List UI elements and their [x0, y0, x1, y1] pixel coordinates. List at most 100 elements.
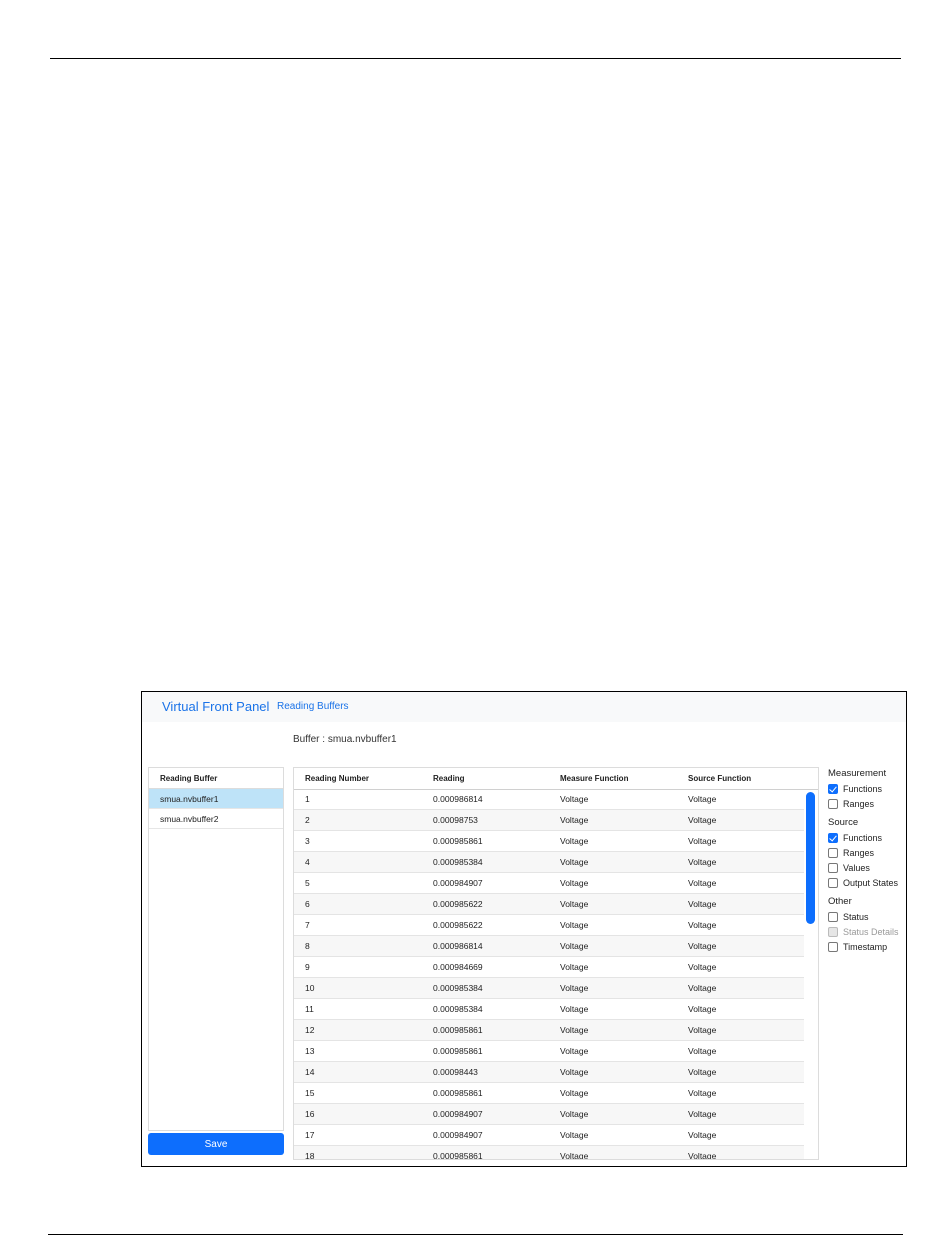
navbar: Virtual Front Panel Reading Buffers [142, 692, 906, 722]
table-row[interactable]: 6 0.000985622 Voltage Voltage [294, 894, 804, 915]
other-status-option[interactable]: Status [828, 910, 904, 925]
reading-cell: 0.000985861 [433, 1088, 483, 1098]
other-timestamp-option[interactable]: Timestamp [828, 940, 904, 955]
measurement-functions-checkbox[interactable] [828, 784, 838, 794]
source-function-cell: Voltage [688, 899, 717, 909]
timestamp-checkbox[interactable] [828, 942, 838, 952]
source-function-cell: Voltage [688, 1151, 717, 1160]
measure-function-cell: Voltage [560, 920, 589, 930]
measure-function-cell: Voltage [560, 983, 589, 993]
reading-number-cell: 2 [305, 815, 310, 825]
table-row[interactable]: 15 0.000985861 Voltage Voltage [294, 1083, 804, 1104]
reading-cell: 0.000985861 [433, 1046, 483, 1056]
buffer-item-nvbuffer2[interactable]: smua.nvbuffer2 [149, 809, 283, 829]
reading-cell: 0.000985384 [433, 1004, 483, 1014]
table-row[interactable]: 13 0.000985861 Voltage Voltage [294, 1041, 804, 1062]
source-function-cell: Voltage [688, 794, 717, 804]
source-output-states-option[interactable]: Output States [828, 876, 904, 891]
measure-function-cell: Voltage [560, 1025, 589, 1035]
table-row[interactable]: 8 0.000986814 Voltage Voltage [294, 936, 804, 957]
source-function-cell: Voltage [688, 878, 717, 888]
reading-number-cell: 5 [305, 878, 310, 888]
column-header-reading-number[interactable]: Reading Number [305, 768, 369, 789]
other-status-details-option: Status Details [828, 925, 904, 940]
reading-number-cell: 6 [305, 899, 310, 909]
measure-function-cell: Voltage [560, 794, 589, 804]
source-function-cell: Voltage [688, 983, 717, 993]
source-function-cell: Voltage [688, 815, 717, 825]
source-function-cell: Voltage [688, 1088, 717, 1098]
reading-number-cell: 14 [305, 1067, 315, 1077]
source-function-cell: Voltage [688, 1109, 717, 1119]
buffer-item-nvbuffer1[interactable]: smua.nvbuffer1 [149, 789, 283, 809]
display-options-panel: Measurement Functions Ranges Source Func… [828, 766, 904, 955]
column-header-source-function[interactable]: Source Function [688, 768, 751, 789]
table-row[interactable]: 2 0.00098753 Voltage Voltage [294, 810, 804, 831]
measurement-functions-option[interactable]: Functions [828, 782, 904, 797]
source-ranges-option[interactable]: Ranges [828, 846, 904, 861]
measure-function-cell: Voltage [560, 857, 589, 867]
source-function-cell: Voltage [688, 1025, 717, 1035]
reading-cell: 0.000984907 [433, 1130, 483, 1140]
table-row[interactable]: 11 0.000985384 Voltage Voltage [294, 999, 804, 1020]
reading-cell: 0.00098443 [433, 1067, 478, 1077]
source-ranges-checkbox[interactable] [828, 848, 838, 858]
reading-buffer-header: Reading Buffer [149, 768, 283, 789]
reading-number-cell: 18 [305, 1151, 315, 1160]
reading-number-cell: 1 [305, 794, 310, 804]
source-functions-checkbox[interactable] [828, 833, 838, 843]
table-scrollbar[interactable] [806, 792, 815, 924]
save-button[interactable]: Save [148, 1133, 284, 1155]
reading-cell: 0.000985861 [433, 1151, 483, 1160]
table-row[interactable]: 5 0.000984907 Voltage Voltage [294, 873, 804, 894]
reading-cell: 0.000984669 [433, 962, 483, 972]
table-body: 1 0.000986814 Voltage Voltage 2 0.00098753 Vol… [294, 789, 804, 1160]
nav-link-reading-buffers[interactable]: Reading Buffers [277, 701, 349, 712]
table-row[interactable]: 4 0.000985384 Voltage Voltage [294, 852, 804, 873]
source-heading: Source [828, 817, 859, 828]
table-row[interactable]: 3 0.000985861 Voltage Voltage [294, 831, 804, 852]
reading-number-cell: 16 [305, 1109, 315, 1119]
measure-function-cell: Voltage [560, 1109, 589, 1119]
reading-cell: 0.000986814 [433, 794, 483, 804]
column-header-measure-function[interactable]: Measure Function [560, 768, 628, 789]
reading-number-cell: 10 [305, 983, 315, 993]
reading-number-cell: 15 [305, 1088, 315, 1098]
status-checkbox[interactable] [828, 912, 838, 922]
source-function-cell: Voltage [688, 920, 717, 930]
table-row[interactable]: 14 0.00098443 Voltage Voltage [294, 1062, 804, 1083]
table-row[interactable]: 10 0.000985384 Voltage Voltage [294, 978, 804, 999]
measure-function-cell: Voltage [560, 1004, 589, 1014]
source-functions-option[interactable]: Functions [828, 831, 904, 846]
measure-function-cell: Voltage [560, 815, 589, 825]
measure-function-cell: Voltage [560, 878, 589, 888]
source-function-cell: Voltage [688, 836, 717, 846]
source-output-states-label: Output States [843, 878, 899, 888]
column-header-reading[interactable]: Reading [433, 768, 465, 789]
measurement-ranges-checkbox[interactable] [828, 799, 838, 809]
reading-number-cell: 12 [305, 1025, 315, 1035]
measure-function-cell: Voltage [560, 836, 589, 846]
source-values-checkbox[interactable] [828, 863, 838, 873]
reading-number-cell: 13 [305, 1046, 315, 1056]
other-heading: Other [828, 896, 852, 907]
table-row[interactable]: 1 0.000986814 Voltage Voltage [294, 789, 804, 810]
source-output-states-checkbox[interactable] [828, 878, 838, 888]
source-function-cell: Voltage [688, 962, 717, 972]
source-values-option[interactable]: Values [828, 861, 904, 876]
table-row[interactable]: 7 0.000985622 Voltage Voltage [294, 915, 804, 936]
table-row[interactable]: 18 0.000985861 Voltage Voltage [294, 1146, 804, 1160]
table-row[interactable]: 17 0.000984907 Voltage Voltage [294, 1125, 804, 1146]
table-header-row: Reading Number Reading Measure Function … [294, 768, 818, 790]
measurement-ranges-option[interactable]: Ranges [828, 797, 904, 812]
measurement-heading: Measurement [828, 768, 887, 779]
reading-cell: 0.000985622 [433, 920, 483, 930]
table-row[interactable]: 16 0.000984907 Voltage Voltage [294, 1104, 804, 1125]
reading-number-cell: 17 [305, 1130, 315, 1140]
measure-function-cell: Voltage [560, 962, 589, 972]
source-values-label: Values [843, 863, 870, 873]
table-row[interactable]: 12 0.000985861 Voltage Voltage [294, 1020, 804, 1041]
table-row[interactable]: 9 0.000984669 Voltage Voltage [294, 957, 804, 978]
readings-table: Reading Number Reading Measure Function … [293, 767, 819, 1160]
brand-link[interactable]: Virtual Front Panel [162, 699, 269, 714]
